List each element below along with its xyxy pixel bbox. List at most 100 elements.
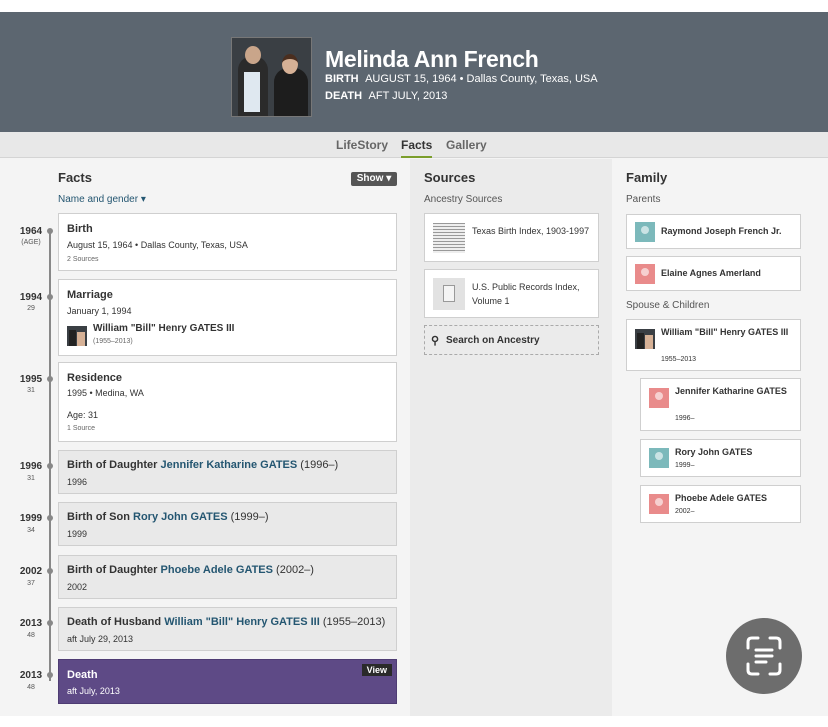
parent-name: Raymond Joseph French Jr. [661, 226, 782, 236]
spouse-thumbnail[interactable] [67, 326, 87, 346]
profile-photo[interactable] [231, 37, 312, 117]
event-detail: 1996 [67, 477, 88, 487]
text-scan-button[interactable] [726, 618, 802, 694]
fact-card-death[interactable]: Death aft July, 2013 View [58, 659, 397, 704]
timeline-dot [47, 228, 53, 234]
document-icon [433, 278, 465, 310]
male-avatar-icon [635, 222, 655, 242]
event-title: Birth of Daughter Phoebe Adele GATES (20… [67, 564, 314, 576]
child-name: Jennifer Katharine GATES [675, 386, 787, 396]
tab-gallery[interactable]: Gallery [446, 138, 487, 152]
event-title: Birth of Son Rory John GATES (1999–) [67, 511, 269, 523]
birth-line: BIRTH AUGUST 15, 1964 • Dallas County, T… [325, 73, 598, 85]
child-years: 1999– [675, 462, 695, 469]
event-age: (AGE) [21, 239, 41, 246]
tab-lifestory[interactable]: LifeStory [336, 138, 388, 152]
event-detail: August 15, 1964 • Dallas County, Texas, … [67, 240, 248, 250]
child-years: 2002– [675, 508, 695, 515]
fact-card-marriage[interactable]: Marriage January 1, 1994 William "Bill" … [58, 279, 397, 356]
timeline-dot [47, 376, 53, 382]
spouse-years: (1955–2013) [93, 338, 133, 345]
event-detail: 1995 • Medina, WA [67, 388, 144, 398]
person-link[interactable]: Phoebe Adele GATES [161, 564, 273, 576]
death-value: AFT JULY, 2013 [368, 90, 448, 102]
timeline-dot [47, 515, 53, 521]
tab-facts[interactable]: Facts [401, 138, 433, 158]
source-card[interactable]: Texas Birth Index, 1903-1997 [424, 213, 599, 262]
tab-bar: LifeStory Facts Gallery [0, 132, 828, 158]
child-card[interactable]: Phoebe Adele GATES 2002– [640, 485, 801, 523]
event-age: 31 [27, 475, 35, 482]
event-title: Marriage [67, 289, 113, 301]
event-detail: 2002 [67, 582, 88, 592]
fact-card-birth-of-daughter[interactable]: Birth of Daughter Jennifer Katharine GAT… [58, 450, 397, 494]
death-line: DEATH AFT JULY, 2013 [325, 90, 447, 102]
sources-title: Sources [424, 170, 476, 185]
view-button[interactable]: View [361, 664, 392, 676]
person-name: Melinda Ann French [325, 46, 539, 72]
parent-name: Elaine Agnes Amerland [661, 268, 761, 278]
event-prefix: Death of Husband [67, 616, 162, 628]
ancestry-sources-label: Ancestry Sources [424, 194, 503, 205]
child-card[interactable]: Jennifer Katharine GATES 1996– [640, 378, 801, 431]
spouse-photo [635, 329, 655, 349]
spouse-link[interactable]: William "Bill" Henry GATES III [93, 323, 234, 334]
timeline-dot [47, 620, 53, 626]
timeline-dot [47, 294, 53, 300]
child-name: Rory John GATES [675, 447, 753, 457]
spouse-card[interactable]: William "Bill" Henry GATES III 1955–2013 [626, 319, 801, 371]
event-suffix: (2002–) [276, 564, 314, 576]
bottom-margin [0, 716, 828, 727]
fact-card-birth[interactable]: Birth August 15, 1964 • Dallas County, T… [58, 213, 397, 271]
timeline-dot [47, 463, 53, 469]
event-detail: January 1, 1994 [67, 306, 132, 316]
parent-card-father[interactable]: Raymond Joseph French Jr. [626, 214, 801, 249]
chevron-down-icon: ▾ [140, 194, 146, 205]
facts-column: Facts Show ▾ Name and gender ▾ 1964 (AGE… [0, 159, 410, 727]
event-detail: aft July 29, 2013 [67, 634, 134, 644]
female-avatar-icon [649, 388, 669, 408]
event-extra: Age: 31 [67, 410, 99, 420]
show-button[interactable]: Show ▾ [351, 172, 397, 186]
source-card[interactable]: U.S. Public Records Index, Volume 1 [424, 269, 599, 318]
search-on-ancestry-button[interactable]: ⚲ Search on Ancestry [424, 325, 599, 355]
facts-title: Facts [58, 170, 92, 185]
parent-card-mother[interactable]: Elaine Agnes Amerland [626, 256, 801, 291]
show-label: Show [356, 173, 384, 184]
spouse-name: William "Bill" Henry GATES III [661, 327, 789, 337]
event-age: 48 [27, 632, 35, 639]
event-prefix: Birth of Daughter [67, 459, 158, 471]
document-thumbnail-icon [433, 223, 465, 253]
event-age: 48 [27, 684, 35, 691]
fact-card-death-of-husband[interactable]: Death of Husband William "Bill" Henry GA… [58, 607, 397, 651]
family-title: Family [626, 170, 668, 185]
person-link[interactable]: Jennifer Katharine GATES [161, 459, 298, 471]
search-icon: ⚲ [431, 335, 440, 347]
event-year: 1995 [19, 374, 43, 385]
event-title: Residence [67, 372, 123, 384]
person-link[interactable]: Rory John GATES [133, 511, 228, 523]
event-title: Birth of Daughter Jennifer Katharine GAT… [67, 459, 338, 471]
birth-label: BIRTH [325, 73, 359, 85]
name-gender-filter[interactable]: Name and gender ▾ [58, 194, 146, 205]
event-sources[interactable]: 1 Source [67, 425, 95, 432]
fact-card-birth-of-son[interactable]: Birth of Son Rory John GATES (1999–) 199… [58, 502, 397, 546]
child-card[interactable]: Rory John GATES 1999– [640, 439, 801, 477]
child-years: 1996– [675, 415, 695, 422]
event-sources[interactable]: 2 Sources [67, 256, 99, 263]
person-link[interactable]: William "Bill" Henry GATES III [164, 616, 320, 628]
event-title: Death [67, 669, 98, 681]
fact-card-birth-of-daughter-2[interactable]: Birth of Daughter Phoebe Adele GATES (20… [58, 555, 397, 599]
event-suffix: (1999–) [230, 511, 269, 523]
event-age: 34 [27, 527, 35, 534]
event-age: 29 [27, 305, 35, 312]
event-detail: aft July, 2013 [67, 686, 120, 696]
search-label: Search on Ancestry [446, 335, 540, 346]
male-avatar-icon [649, 448, 669, 468]
fact-card-residence[interactable]: Residence 1995 • Medina, WA Age: 31 1 So… [58, 362, 397, 442]
female-avatar-icon [635, 264, 655, 284]
source-label: U.S. Public Records Index, Volume 1 [472, 282, 580, 306]
timeline-dot [47, 672, 53, 678]
event-prefix: Birth of Son [67, 511, 130, 523]
event-year: 2013 [19, 618, 43, 629]
